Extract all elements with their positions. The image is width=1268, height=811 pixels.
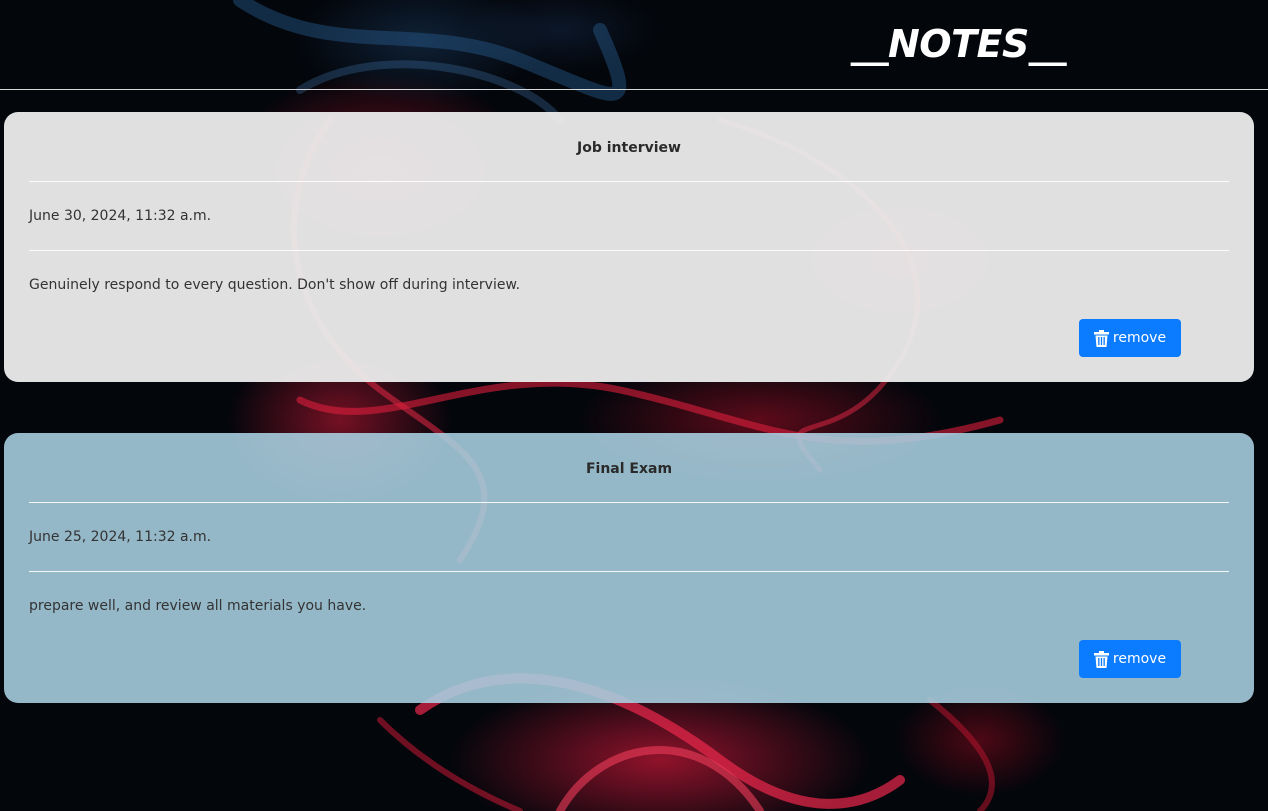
- trash-icon: [1093, 650, 1109, 668]
- note-title: Final Exam: [585, 461, 673, 477]
- divider: [29, 250, 1229, 251]
- note-title: Job interview: [577, 140, 681, 156]
- remove-button[interactable]: remove: [1079, 319, 1181, 357]
- remove-label: remove: [1112, 330, 1167, 346]
- remove-label: remove: [1112, 651, 1167, 667]
- top-bar: __NOTES__: [0, 0, 1268, 90]
- note-date: June 25, 2024, 11:32 a.m.: [29, 529, 212, 545]
- divider: [29, 502, 1229, 503]
- divider: [29, 571, 1229, 572]
- divider: [29, 181, 1229, 182]
- trash-icon: [1093, 329, 1109, 347]
- note-card: Final Exam June 25, 2024, 11:32 a.m. pre…: [4, 433, 1254, 703]
- note-date: June 30, 2024, 11:32 a.m.: [29, 208, 212, 224]
- remove-button[interactable]: remove: [1079, 640, 1181, 678]
- note-body: prepare well, and review all materials y…: [29, 598, 367, 614]
- page-title: __NOTES__: [851, 22, 1066, 66]
- note-body: Genuinely respond to every question. Don…: [29, 277, 521, 293]
- note-card: Job interview June 30, 2024, 11:32 a.m. …: [4, 112, 1254, 382]
